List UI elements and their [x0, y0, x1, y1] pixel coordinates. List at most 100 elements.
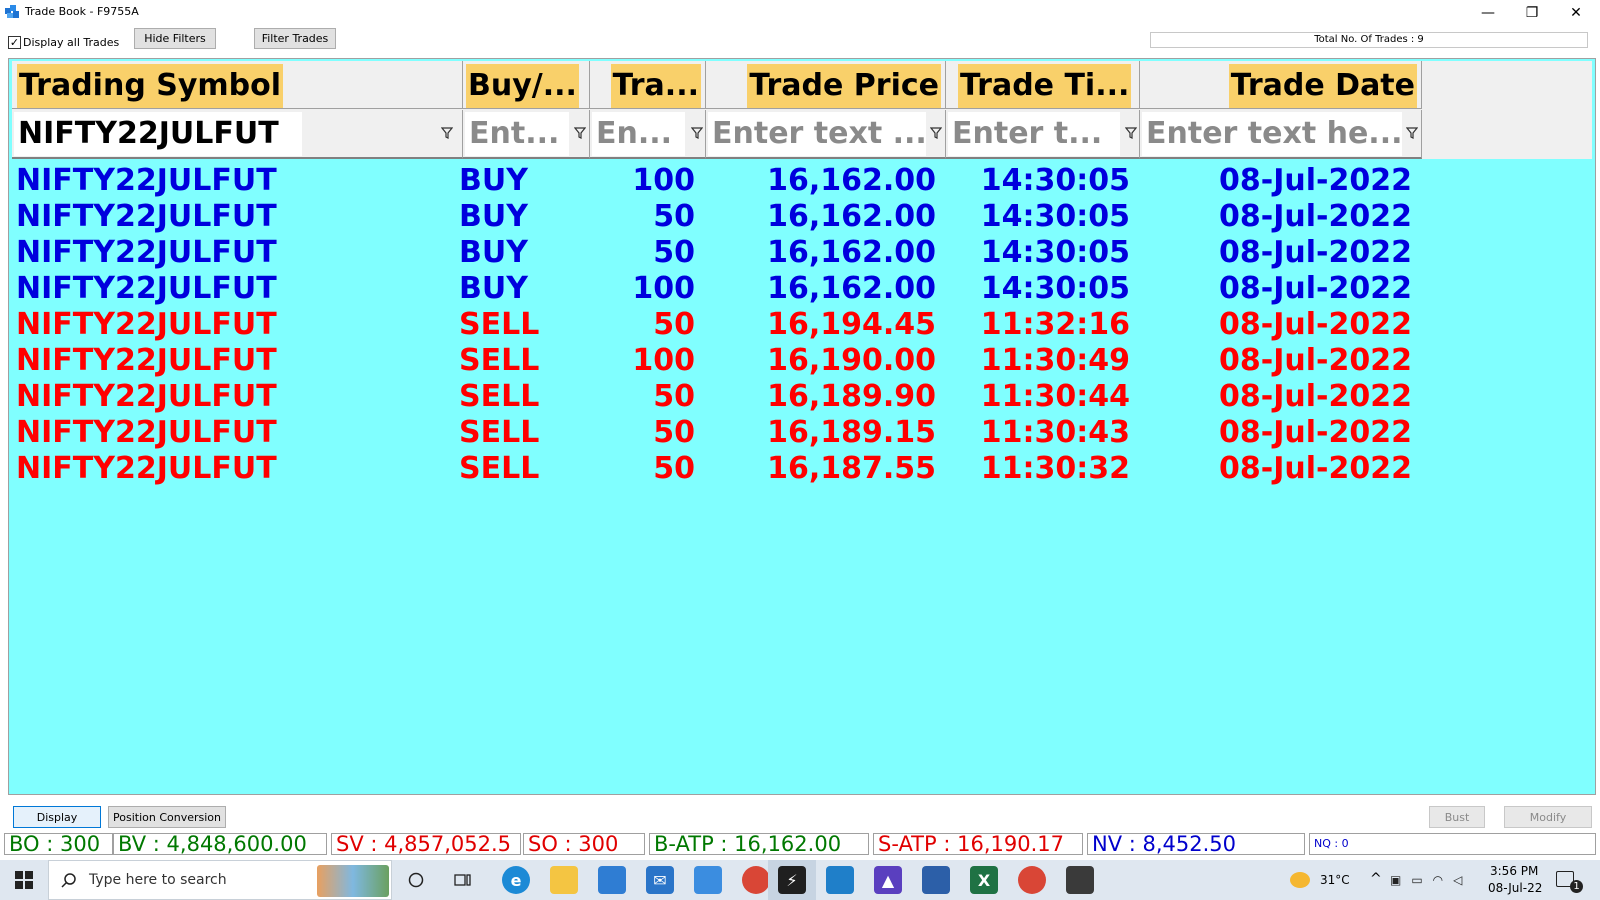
status-buy-atp: B-ATP : 16,162.00: [649, 833, 869, 855]
cell-price: 16,187.55: [767, 451, 936, 486]
window-title: Trade Book - F9755A: [25, 5, 139, 18]
filter-trades-button[interactable]: Filter Trades: [254, 28, 336, 49]
toolbar: ✓ Display all Trades Hide Filters Filter…: [0, 25, 1600, 55]
cell-qty: 100: [632, 163, 695, 198]
cell-side: BUY: [459, 235, 528, 270]
minimize-button[interactable]: —: [1465, 0, 1511, 25]
filter-icon[interactable]: [930, 127, 942, 139]
display-all-checkbox[interactable]: ✓: [8, 36, 21, 49]
task-view-icon[interactable]: [454, 872, 472, 888]
table-row[interactable]: NIFTY22JULFUT BUY 50 16,162.00 14:30:05 …: [12, 235, 1592, 271]
windows-logo-icon: [15, 871, 33, 889]
cell-date: 08-Jul-2022: [1219, 235, 1412, 270]
excel-icon[interactable]: X: [970, 866, 998, 894]
display-button[interactable]: Display: [13, 806, 101, 828]
filter-input-trade-price[interactable]: Enter text ...: [708, 112, 926, 156]
filter-cell-trade-time: Enter t...: [946, 110, 1140, 159]
cell-qty: 50: [653, 415, 695, 450]
system-tray-icons[interactable]: ▣▭◠◁: [1390, 873, 1472, 887]
outlook-icon[interactable]: [922, 866, 950, 894]
file-explorer-icon[interactable]: [550, 866, 578, 894]
cell-side: SELL: [459, 415, 540, 450]
minimize-icon: —: [1481, 4, 1495, 21]
weather-temperature: 31°C: [1320, 873, 1350, 887]
chevron-up-icon[interactable]: ^: [1370, 871, 1382, 887]
bust-button[interactable]: Bust: [1429, 806, 1485, 828]
cell-date: 08-Jul-2022: [1219, 271, 1412, 306]
table-row[interactable]: NIFTY22JULFUT SELL 50 16,187.55 11:30:32…: [12, 451, 1592, 487]
status-net-qty: NQ : 0: [1309, 833, 1596, 855]
mail-icon[interactable]: ✉: [646, 866, 674, 894]
drive-icon[interactable]: ▲: [874, 866, 902, 894]
position-conversion-button[interactable]: Position Conversion: [108, 806, 226, 828]
grid-header: Trading Symbol Buy/... Tra... Trade Pric…: [12, 61, 1592, 159]
chrome-icon[interactable]: [742, 866, 770, 894]
cortana-icon[interactable]: [408, 872, 424, 888]
filter-input-buy-sell[interactable]: Ent...: [465, 112, 569, 156]
cell-date: 08-Jul-2022: [1219, 451, 1412, 486]
column-header-trading-symbol[interactable]: Trading Symbol: [12, 61, 463, 109]
table-row[interactable]: NIFTY22JULFUT BUY 100 16,162.00 14:30:05…: [12, 271, 1592, 307]
filter-icon[interactable]: [1125, 127, 1137, 139]
cell-date: 08-Jul-2022: [1219, 343, 1412, 378]
column-header-label: Buy/...: [466, 64, 579, 108]
column-header-trade-price[interactable]: Trade Price: [706, 61, 946, 109]
close-button[interactable]: ✕: [1553, 0, 1599, 25]
filter-input-trade-date[interactable]: Enter text he...: [1142, 112, 1402, 156]
display-all-label: Display all Trades: [23, 36, 120, 49]
filter-input-trading-symbol[interactable]: NIFTY22JULFUT: [14, 112, 302, 156]
cell-time: 14:30:05: [980, 271, 1130, 306]
table-row[interactable]: NIFTY22JULFUT BUY 50 16,162.00 14:30:05 …: [12, 199, 1592, 235]
calculator-icon[interactable]: [1066, 866, 1094, 894]
table-row[interactable]: NIFTY22JULFUT SELL 50 16,189.15 11:30:43…: [12, 415, 1592, 451]
column-header-buy-sell[interactable]: Buy/...: [463, 61, 590, 109]
trading-terminal-icon[interactable]: ⚡: [778, 866, 806, 894]
filter-cell-buy-sell: Ent...: [463, 110, 590, 159]
weather-icon[interactable]: [1290, 872, 1310, 888]
column-header-label: Trade Date: [1228, 64, 1417, 108]
start-button[interactable]: [0, 860, 48, 900]
restore-button[interactable]: ❐: [1509, 0, 1555, 25]
cell-time: 14:30:05: [980, 235, 1130, 270]
filter-cell-trade-price: Enter text ...: [706, 110, 946, 159]
status-bar: BO : 300 BV : 4,848,600.00 SV : 4,857,05…: [0, 830, 1600, 856]
edge-browser-icon[interactable]: e: [502, 866, 530, 894]
chrome-profile-icon[interactable]: [1018, 866, 1046, 894]
filter-icon[interactable]: [691, 127, 703, 139]
table-row[interactable]: NIFTY22JULFUT SELL 100 16,190.00 11:30:4…: [12, 343, 1592, 379]
cell-symbol: NIFTY22JULFUT: [16, 271, 277, 306]
restore-icon: ❐: [1525, 4, 1539, 21]
column-header-trade-date[interactable]: Trade Date: [1140, 61, 1422, 109]
clock-time[interactable]: 3:56 PM: [1490, 864, 1538, 878]
filter-icon[interactable]: [1406, 127, 1418, 139]
table-row[interactable]: NIFTY22JULFUT BUY 100 16,162.00 14:30:05…: [12, 163, 1592, 199]
cell-time: 14:30:05: [980, 163, 1130, 198]
cell-qty: 50: [653, 235, 695, 270]
trade-rows: NIFTY22JULFUT BUY 100 16,162.00 14:30:05…: [12, 163, 1592, 487]
cell-price: 16,190.00: [767, 343, 936, 378]
filter-icon[interactable]: [574, 127, 586, 139]
search-icon: [61, 873, 76, 888]
filter-icon[interactable]: [441, 127, 453, 139]
status-buy-value: BV : 4,848,600.00: [113, 833, 327, 855]
taskbar-search-box[interactable]: Type here to search: [48, 860, 392, 900]
cell-side: SELL: [459, 379, 540, 414]
cell-symbol: NIFTY22JULFUT: [16, 307, 277, 342]
clock-date[interactable]: 08-Jul-22: [1488, 881, 1542, 895]
filter-input-trade-qty[interactable]: En...: [592, 112, 685, 156]
column-header-trade-qty[interactable]: Tra...: [590, 61, 706, 109]
modify-button[interactable]: Modify: [1504, 806, 1592, 828]
cell-date: 08-Jul-2022: [1219, 415, 1412, 450]
remote-desktop-icon[interactable]: [694, 866, 722, 894]
column-header-trade-time[interactable]: Trade Ti...: [946, 61, 1140, 109]
filter-input-trade-time[interactable]: Enter t...: [948, 112, 1120, 156]
filter-cell-trading-symbol: NIFTY22JULFUT: [12, 110, 463, 159]
snipping-tool-icon[interactable]: [826, 866, 854, 894]
table-row[interactable]: NIFTY22JULFUT SELL 50 16,194.45 11:32:16…: [12, 307, 1592, 343]
table-row[interactable]: NIFTY22JULFUT SELL 50 16,189.90 11:30:44…: [12, 379, 1592, 415]
hide-filters-button[interactable]: Hide Filters: [134, 28, 216, 49]
search-highlight-illustration: [317, 865, 389, 897]
cell-symbol: NIFTY22JULFUT: [16, 451, 277, 486]
cell-time: 11:30:32: [980, 451, 1130, 486]
microsoft-store-icon[interactable]: [598, 866, 626, 894]
